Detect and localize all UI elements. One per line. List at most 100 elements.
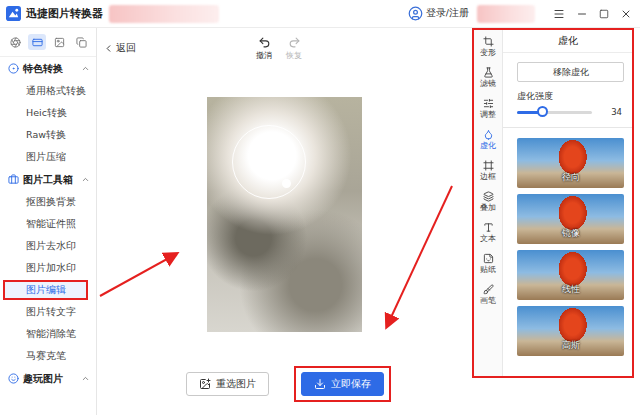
tool-item[interactable]: 文本 bbox=[474, 218, 502, 249]
tool-icon bbox=[483, 129, 494, 140]
action-bar: 重选图片 立即保存 bbox=[97, 360, 472, 415]
divider bbox=[503, 127, 632, 128]
save-icon bbox=[314, 378, 326, 390]
tool-icon bbox=[483, 284, 494, 295]
tool-icon bbox=[483, 98, 494, 109]
sidebar-item[interactable]: 通用格式转换 bbox=[3, 81, 88, 101]
tool-icon bbox=[483, 160, 494, 171]
annotation-arrow-icon bbox=[387, 186, 452, 326]
chevron-icon bbox=[81, 374, 90, 383]
panel-content: 虚化移除虚化虚化强度34径向镜像线性高斯 bbox=[503, 30, 632, 376]
tool-item[interactable]: 调整 bbox=[474, 94, 502, 125]
section-icon bbox=[8, 174, 19, 185]
sidebar-item[interactable]: 智能证件照 bbox=[3, 214, 88, 234]
sidebar-tab-icon bbox=[32, 37, 43, 48]
tool-icon bbox=[483, 36, 494, 47]
editor: 返回 撤消恢复重选图片 立即保存 bbox=[97, 28, 472, 415]
title-bar: 迅捷图片转换器 登录/注册 bbox=[0, 0, 640, 28]
slider-track[interactable] bbox=[517, 111, 592, 114]
history-button[interactable]: 恢复 bbox=[286, 36, 302, 61]
chevron-icon bbox=[81, 175, 90, 184]
workspace: 特色转换通用格式转换Heic转换Raw转换图片压缩图片工具箱抠图换背景智能证件照… bbox=[0, 28, 640, 415]
tool-icon bbox=[483, 191, 494, 202]
remove-blur-button[interactable]: 移除虚化 bbox=[517, 62, 624, 82]
maximize-icon[interactable] bbox=[599, 9, 609, 19]
preset-card[interactable]: 线性 bbox=[517, 250, 624, 300]
sidebar-item[interactable]: 马赛克笔 bbox=[3, 346, 88, 366]
sidebar-item[interactable]: 图片转文字 bbox=[3, 302, 88, 322]
image-icon bbox=[199, 378, 211, 390]
slider-row: 34 bbox=[517, 106, 624, 118]
blur-focus-ring[interactable] bbox=[232, 125, 306, 199]
tool-icon bbox=[483, 253, 494, 264]
section-icon bbox=[8, 373, 19, 384]
sidebar-item[interactable]: 图片加水印 bbox=[3, 258, 88, 278]
sidebar-item[interactable]: 抠图换背景 bbox=[3, 192, 88, 212]
preset-card[interactable]: 径向 bbox=[517, 138, 624, 188]
sidebar-item[interactable]: 智能消除笔 bbox=[3, 324, 88, 344]
sidebar-tab[interactable] bbox=[6, 34, 24, 50]
sidebar-tabs bbox=[0, 28, 96, 57]
app-title: 迅捷图片转换器 bbox=[26, 6, 103, 21]
minimize-icon[interactable] bbox=[576, 8, 588, 20]
window-controls bbox=[553, 8, 632, 20]
photo bbox=[207, 97, 362, 332]
tool-item[interactable]: 虚化 bbox=[474, 125, 502, 156]
annotation-arrow-icon bbox=[100, 254, 176, 296]
preset-list: 径向镜像线性高斯 bbox=[517, 138, 624, 356]
menu-icon[interactable] bbox=[553, 8, 565, 20]
sidebar-item[interactable]: 图片去水印 bbox=[3, 236, 88, 256]
sidebar-tab-icon bbox=[10, 37, 21, 48]
history-controls: 撤消恢复 bbox=[256, 36, 302, 61]
tool-icon bbox=[483, 222, 494, 233]
sidebar-item[interactable]: 图片压缩 bbox=[3, 147, 88, 167]
sidebar-tab[interactable] bbox=[50, 34, 68, 50]
blur-panel: 变形滤镜调整虚化边框叠加文本贴纸画笔虚化移除虚化虚化强度34径向镜像线性高斯 bbox=[472, 28, 634, 378]
tool-item[interactable]: 变形 bbox=[474, 32, 502, 63]
login-button[interactable]: 登录/注册 bbox=[408, 6, 469, 21]
button-frame: 立即保存 bbox=[294, 366, 391, 402]
blur-focus-handle[interactable] bbox=[282, 179, 291, 188]
undo-icon bbox=[258, 36, 271, 49]
back-button[interactable]: 返回 bbox=[103, 42, 136, 55]
button-frame: 重选图片 bbox=[179, 366, 276, 402]
app-window: 迅捷图片转换器 登录/注册特色转换通用格式转换Heic转换Raw转换图片压缩图片工… bbox=[0, 0, 640, 415]
sidebar-section[interactable]: 图片工具箱 bbox=[0, 168, 96, 191]
slider-value: 34 bbox=[600, 106, 624, 118]
sidebar-tab-icon bbox=[76, 37, 87, 48]
back-arrow-icon bbox=[103, 43, 114, 54]
sidebar-tab-icon bbox=[54, 37, 65, 48]
redacted-block bbox=[109, 5, 219, 23]
tool-item[interactable]: 边框 bbox=[474, 156, 502, 187]
redo-icon bbox=[288, 36, 301, 49]
sidebar-tab[interactable] bbox=[28, 34, 46, 50]
tool-item[interactable]: 叠加 bbox=[474, 187, 502, 218]
preset-card[interactable]: 镜像 bbox=[517, 194, 624, 244]
tool-item[interactable]: 滤镜 bbox=[474, 63, 502, 94]
panel-title: 虚化 bbox=[503, 30, 632, 53]
user-avatar-icon bbox=[408, 6, 423, 21]
app-logo-icon bbox=[6, 6, 21, 21]
close-icon[interactable] bbox=[620, 8, 632, 20]
tool-item[interactable]: 贴纸 bbox=[474, 249, 502, 280]
reselect-button[interactable]: 重选图片 bbox=[186, 372, 269, 396]
slider-thumb[interactable] bbox=[537, 106, 548, 117]
history-button[interactable]: 撤消 bbox=[256, 36, 272, 61]
save-button[interactable]: 立即保存 bbox=[301, 372, 384, 396]
sidebar-item[interactable]: Heic转换 bbox=[3, 103, 88, 123]
redacted-block bbox=[477, 5, 535, 23]
panel-body: 移除虚化虚化强度34径向镜像线性高斯 bbox=[503, 53, 632, 356]
canvas bbox=[97, 68, 472, 360]
sidebar-item[interactable]: 图片编辑 bbox=[3, 280, 88, 300]
sidebar-section[interactable]: 特色转换 bbox=[0, 57, 96, 80]
sidebar-item[interactable]: Raw转换 bbox=[3, 125, 88, 145]
editor-toolbar: 返回 撤消恢复 bbox=[97, 28, 472, 68]
tool-icon bbox=[483, 67, 494, 78]
sidebar: 特色转换通用格式转换Heic转换Raw转换图片压缩图片工具箱抠图换背景智能证件照… bbox=[0, 28, 97, 415]
tool-item[interactable]: 画笔 bbox=[474, 280, 502, 311]
tool-column: 变形滤镜调整虚化边框叠加文本贴纸画笔 bbox=[474, 30, 503, 376]
preset-card[interactable]: 高斯 bbox=[517, 306, 624, 356]
annotation-arrows bbox=[0, 0, 640, 415]
sidebar-section[interactable]: 趣玩图片 bbox=[0, 367, 96, 390]
sidebar-tab[interactable] bbox=[72, 34, 90, 50]
